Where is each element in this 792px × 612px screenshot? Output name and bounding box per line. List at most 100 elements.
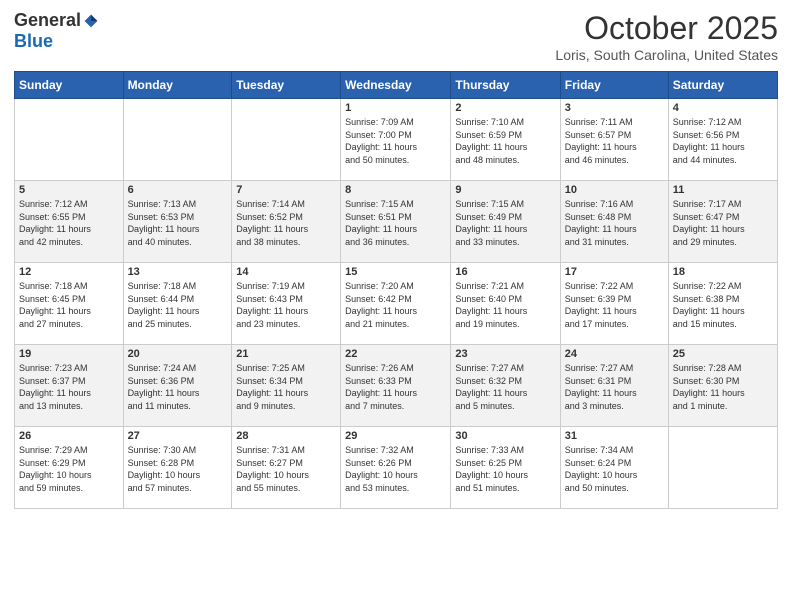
calendar-cell: 19Sunrise: 7:23 AM Sunset: 6:37 PM Dayli… (15, 345, 124, 427)
day-info: Sunrise: 7:24 AM Sunset: 6:36 PM Dayligh… (128, 362, 228, 412)
calendar-cell: 31 Sunrise: 7:34 AM Sunset: 6:24 PM Dayli… (560, 427, 668, 509)
day-info: Sunrise: 7:27 AM Sunset: 6:32 PM Dayligh… (455, 362, 555, 412)
calendar-cell: 24Sunrise: 7:27 AM Sunset: 6:31 PM Dayli… (560, 345, 668, 427)
day-number: 21 (236, 348, 336, 360)
day-number: 1 (345, 102, 446, 114)
calendar-week-3: 12 Sunrise: 7:18 AM Sunset: 6:45 PM Dayli… (15, 263, 778, 345)
calendar-cell: 26 Sunrise: 7:29 AM Sunset: 6:29 PM Dayli… (15, 427, 124, 509)
calendar-cell: 10 Sunrise: 7:16 AM Sunset: 6:48 PM Dayli… (560, 181, 668, 263)
day-info: Sunrise: 7:15 AM Sunset: 6:49 PM Dayligh… (455, 198, 555, 248)
day-number: 2 (455, 102, 555, 114)
header: General Blue October 2025 Loris, South C… (14, 10, 778, 63)
day-info: Sunrise: 7:27 AM Sunset: 6:31 PM Dayligh… (565, 362, 664, 412)
calendar-cell: 9Sunrise: 7:15 AM Sunset: 6:49 PM Daylig… (451, 181, 560, 263)
calendar-cell: 16 Sunrise: 7:21 AM Sunset: 6:40 PM Dayli… (451, 263, 560, 345)
day-info: Sunrise: 7:25 AM Sunset: 6:34 PM Dayligh… (236, 362, 336, 412)
calendar-week-2: 5 Sunrise: 7:12 AM Sunset: 6:55 PM Daylig… (15, 181, 778, 263)
day-number: 16 (455, 266, 555, 278)
weekday-header-tuesday: Tuesday (232, 72, 341, 99)
day-info: Sunrise: 7:26 AM Sunset: 6:33 PM Dayligh… (345, 362, 446, 412)
calendar-cell: 29Sunrise: 7:32 AM Sunset: 6:26 PM Dayli… (341, 427, 451, 509)
day-info: Sunrise: 7:33 AM Sunset: 6:25 PM Dayligh… (455, 444, 555, 494)
day-info: Sunrise: 7:12 AM Sunset: 6:55 PM Dayligh… (19, 198, 119, 248)
calendar-cell: 5 Sunrise: 7:12 AM Sunset: 6:55 PM Daylig… (15, 181, 124, 263)
day-number: 22 (345, 348, 446, 360)
calendar-week-5: 26 Sunrise: 7:29 AM Sunset: 6:29 PM Dayli… (15, 427, 778, 509)
day-number: 30 (455, 430, 555, 442)
day-number: 5 (19, 184, 119, 196)
day-info: Sunrise: 7:22 AM Sunset: 6:39 PM Dayligh… (565, 280, 664, 330)
weekday-header-friday: Friday (560, 72, 668, 99)
day-number: 20 (128, 348, 228, 360)
day-number: 31 (565, 430, 664, 442)
weekday-header-monday: Monday (123, 72, 232, 99)
day-number: 19 (19, 348, 119, 360)
day-info: Sunrise: 7:11 AM Sunset: 6:57 PM Dayligh… (565, 116, 664, 166)
calendar-cell: 22 Sunrise: 7:26 AM Sunset: 6:33 PM Dayli… (341, 345, 451, 427)
calendar-cell: 17 Sunrise: 7:22 AM Sunset: 6:39 PM Dayli… (560, 263, 668, 345)
weekday-header-sunday: Sunday (15, 72, 124, 99)
calendar-table: SundayMondayTuesdayWednesdayThursdayFrid… (14, 71, 778, 509)
calendar-cell: 7 Sunrise: 7:14 AM Sunset: 6:52 PM Daylig… (232, 181, 341, 263)
calendar-cell: 15Sunrise: 7:20 AM Sunset: 6:42 PM Dayli… (341, 263, 451, 345)
calendar-cell (232, 99, 341, 181)
location: Loris, South Carolina, United States (555, 47, 778, 63)
day-info: Sunrise: 7:21 AM Sunset: 6:40 PM Dayligh… (455, 280, 555, 330)
day-number: 28 (236, 430, 336, 442)
calendar-cell: 1 Sunrise: 7:09 AM Sunset: 7:00 PM Daylig… (341, 99, 451, 181)
calendar-cell: 25 Sunrise: 7:28 AM Sunset: 6:30 PM Dayli… (668, 345, 777, 427)
calendar-cell: 13 Sunrise: 7:18 AM Sunset: 6:44 PM Dayli… (123, 263, 232, 345)
day-info: Sunrise: 7:20 AM Sunset: 6:42 PM Dayligh… (345, 280, 446, 330)
logo-icon (83, 13, 99, 29)
logo-blue: Blue (14, 31, 53, 52)
day-number: 10 (565, 184, 664, 196)
day-info: Sunrise: 7:14 AM Sunset: 6:52 PM Dayligh… (236, 198, 336, 248)
day-info: Sunrise: 7:12 AM Sunset: 6:56 PM Dayligh… (673, 116, 773, 166)
day-number: 7 (236, 184, 336, 196)
day-info: Sunrise: 7:16 AM Sunset: 6:48 PM Dayligh… (565, 198, 664, 248)
month-title: October 2025 (555, 10, 778, 47)
day-number: 13 (128, 266, 228, 278)
day-number: 29 (345, 430, 446, 442)
day-number: 17 (565, 266, 664, 278)
calendar-cell (123, 99, 232, 181)
day-info: Sunrise: 7:09 AM Sunset: 7:00 PM Dayligh… (345, 116, 446, 166)
day-info: Sunrise: 7:18 AM Sunset: 6:45 PM Dayligh… (19, 280, 119, 330)
calendar-cell: 28Sunrise: 7:31 AM Sunset: 6:27 PM Dayli… (232, 427, 341, 509)
logo-general: General (14, 10, 81, 31)
calendar-cell: 21 Sunrise: 7:25 AM Sunset: 6:34 PM Dayli… (232, 345, 341, 427)
day-info: Sunrise: 7:28 AM Sunset: 6:30 PM Dayligh… (673, 362, 773, 412)
day-number: 14 (236, 266, 336, 278)
calendar-cell: 23 Sunrise: 7:27 AM Sunset: 6:32 PM Dayli… (451, 345, 560, 427)
day-info: Sunrise: 7:19 AM Sunset: 6:43 PM Dayligh… (236, 280, 336, 330)
calendar-cell: 27Sunrise: 7:30 AM Sunset: 6:28 PM Dayli… (123, 427, 232, 509)
weekday-header-wednesday: Wednesday (341, 72, 451, 99)
calendar-cell (15, 99, 124, 181)
calendar-cell: 2 Sunrise: 7:10 AM Sunset: 6:59 PM Daylig… (451, 99, 560, 181)
calendar-cell: 12 Sunrise: 7:18 AM Sunset: 6:45 PM Dayli… (15, 263, 124, 345)
page: General Blue October 2025 Loris, South C… (0, 0, 792, 612)
calendar-cell: 4Sunrise: 7:12 AM Sunset: 6:56 PM Daylig… (668, 99, 777, 181)
calendar-week-1: 1 Sunrise: 7:09 AM Sunset: 7:00 PM Daylig… (15, 99, 778, 181)
weekday-header-saturday: Saturday (668, 72, 777, 99)
day-info: Sunrise: 7:15 AM Sunset: 6:51 PM Dayligh… (345, 198, 446, 248)
calendar-cell: 11 Sunrise: 7:17 AM Sunset: 6:47 PM Dayli… (668, 181, 777, 263)
calendar-cell: 30 Sunrise: 7:33 AM Sunset: 6:25 PM Dayli… (451, 427, 560, 509)
title-block: October 2025 Loris, South Carolina, Unit… (555, 10, 778, 63)
day-info: Sunrise: 7:10 AM Sunset: 6:59 PM Dayligh… (455, 116, 555, 166)
day-info: Sunrise: 7:22 AM Sunset: 6:38 PM Dayligh… (673, 280, 773, 330)
day-number: 23 (455, 348, 555, 360)
day-info: Sunrise: 7:17 AM Sunset: 6:47 PM Dayligh… (673, 198, 773, 248)
day-number: 25 (673, 348, 773, 360)
day-info: Sunrise: 7:29 AM Sunset: 6:29 PM Dayligh… (19, 444, 119, 494)
day-number: 12 (19, 266, 119, 278)
day-number: 6 (128, 184, 228, 196)
calendar-cell: 8Sunrise: 7:15 AM Sunset: 6:51 PM Daylig… (341, 181, 451, 263)
day-info: Sunrise: 7:13 AM Sunset: 6:53 PM Dayligh… (128, 198, 228, 248)
day-number: 27 (128, 430, 228, 442)
day-info: Sunrise: 7:18 AM Sunset: 6:44 PM Dayligh… (128, 280, 228, 330)
day-number: 11 (673, 184, 773, 196)
calendar-cell: 6 Sunrise: 7:13 AM Sunset: 6:53 PM Daylig… (123, 181, 232, 263)
day-number: 26 (19, 430, 119, 442)
day-info: Sunrise: 7:34 AM Sunset: 6:24 PM Dayligh… (565, 444, 664, 494)
